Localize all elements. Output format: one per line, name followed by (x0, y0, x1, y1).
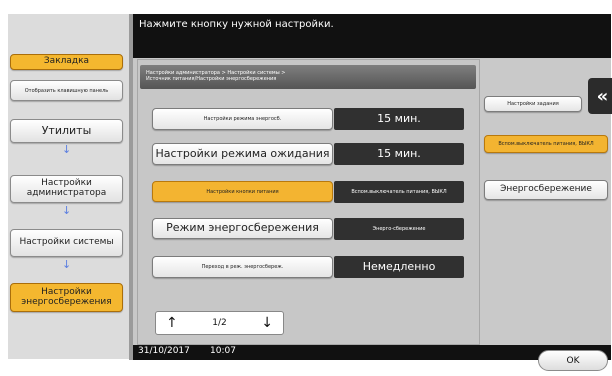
setting-value-eco-mode: Энерго-сбережение (334, 218, 464, 240)
job-option-energy-save[interactable]: Энергосбережение (484, 180, 608, 200)
sidebar-item-energy[interactable]: Настройки энергосбережения (10, 283, 123, 312)
job-settings-label: Настройки задания (507, 101, 559, 107)
setting-value-transition: Немедленно (334, 256, 464, 278)
down-arrow-icon: ↓ (62, 143, 72, 156)
up-arrow-icon[interactable]: ↑ (166, 315, 178, 331)
setting-label: Режим энергосбережения (166, 221, 319, 235)
setting-button-standby[interactable]: Настройки режима ожидания (152, 143, 333, 165)
setting-label: Переход в реж. энергосбереж. (201, 264, 284, 270)
sidebar-item-label: Настройки администратора (26, 178, 107, 198)
breadcrumb: Настройки администратора > Настройки сис… (140, 65, 476, 89)
job-settings-title: Настройки задания (484, 96, 582, 112)
down-arrow-icon: ↓ (62, 258, 72, 271)
ok-label: OK (566, 355, 580, 366)
header-bar: Нажмите кнопку нужной настройки. (133, 14, 611, 58)
page-indicator: 1/2 (212, 318, 227, 328)
down-arrow-icon[interactable]: ↓ (261, 315, 273, 331)
sidebar-item-utilities[interactable]: Утилиты (10, 119, 123, 143)
setting-label: Настройки режима энергосб. (203, 116, 282, 122)
job-option-power-off[interactable]: Вспом.выключатель питания, ВЫКЛ (484, 135, 608, 153)
sidebar-item-bookmark[interactable]: Закладка (10, 54, 123, 70)
setting-value-standby: 15 мин. (334, 143, 464, 165)
setting-button-energy-mode[interactable]: Настройки режима энергосб. (152, 108, 333, 130)
sidebar-item-label: Утилиты (41, 123, 92, 137)
setting-value: 15 мин. (377, 146, 421, 160)
setting-value-power-key: Вспом.выключатель питания, ВЫКЛ (334, 181, 464, 203)
back-arrows-icon[interactable]: « (588, 78, 612, 114)
ok-button[interactable]: OK (538, 350, 608, 371)
setting-button-transition[interactable]: Переход в реж. энергосбереж. (152, 256, 333, 278)
sidebar-item-administrator[interactable]: Настройки администратора (10, 175, 123, 203)
status-date: 31/10/2017 (138, 346, 190, 356)
sidebar-item-label: Закладка (43, 56, 90, 67)
setting-button-power-key[interactable]: Настройки кнопки питания (152, 181, 333, 202)
setting-value: 15 мин. (377, 111, 421, 125)
setting-label: Настройки режима ожидания (155, 146, 330, 160)
sidebar-item-label: Настройки энергосбережения (21, 286, 112, 307)
job-option-label: Вспом.выключатель питания, ВЫКЛ (498, 141, 594, 147)
pager: ↑ 1/2 ↓ (155, 311, 284, 335)
job-option-label: Энергосбережение (500, 184, 592, 195)
sidebar-item-label: Отобразить клавишную панель (24, 87, 109, 94)
sidebar-item-label: Настройки системы (19, 237, 114, 248)
breadcrumb-line-2: Источник питания/Настройки энергосбереже… (146, 76, 277, 82)
setting-label: Настройки кнопки питания (206, 188, 279, 195)
status-time: 10:07 (210, 346, 236, 356)
header-message: Нажмите кнопку нужной настройки. (139, 19, 334, 30)
down-arrow-icon: ↓ (62, 204, 72, 217)
setting-value: Энерго-сбережение (372, 226, 426, 232)
sidebar-item-system[interactable]: Настройки системы (10, 229, 123, 257)
setting-button-eco-mode[interactable]: Режим энергосбережения (152, 218, 333, 239)
sidebar-item-keypad[interactable]: Отобразить клавишную панель (10, 80, 123, 101)
setting-value: Немедленно (362, 259, 436, 273)
setting-value: Вспом.выключатель питания, ВЫКЛ (351, 189, 447, 195)
setting-value-energy-mode: 15 мин. (334, 108, 464, 130)
